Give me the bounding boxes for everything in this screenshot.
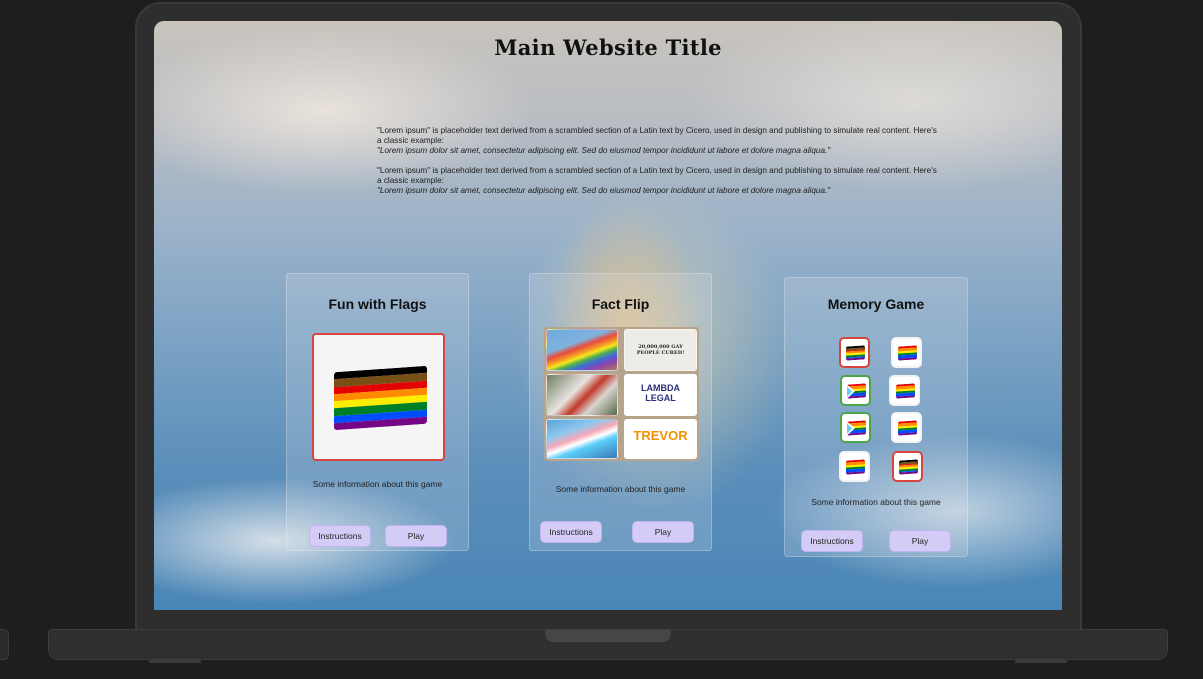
intersex-progress-flag-icon bbox=[847, 383, 866, 399]
game-card-fun-with-flags: Fun with Flags Some information about th… bbox=[286, 273, 469, 551]
newspaper-clipping-icon: 20,000,000 GAY PEOPLE CURED! bbox=[624, 329, 697, 371]
instructions-button[interactable]: Instructions bbox=[540, 521, 602, 543]
memory-tile[interactable] bbox=[840, 412, 871, 443]
play-button[interactable]: Play bbox=[889, 530, 951, 552]
play-button[interactable]: Play bbox=[385, 525, 447, 547]
intro-quote-1: "Lorem ipsum dolor sit amet, consectetur… bbox=[377, 146, 831, 155]
people-photo-icon bbox=[546, 374, 618, 416]
laptop-foot-right bbox=[1015, 660, 1067, 663]
memory-tile[interactable] bbox=[839, 451, 870, 482]
page-title: Main Website Title bbox=[494, 35, 722, 60]
trevor-logo-icon: TREVOR bbox=[624, 419, 697, 459]
card-title: Fact Flip bbox=[591, 296, 650, 312]
rainbow-flag-icon bbox=[896, 383, 915, 399]
card-info: Some information about this game bbox=[811, 497, 941, 507]
instructions-button[interactable]: Instructions bbox=[801, 530, 863, 552]
memory-tile[interactable] bbox=[891, 337, 922, 368]
rainbow-flag-icon bbox=[898, 345, 917, 361]
progress-pride-flag-icon bbox=[334, 365, 427, 431]
lambda-legal-logo-icon: LAMBDA LEGAL bbox=[624, 374, 697, 416]
website-screen: Main Website Title "Lorem ipsum" is plac… bbox=[154, 21, 1062, 610]
intro-quote-2: "Lorem ipsum dolor sit amet, consectetur… bbox=[377, 186, 831, 195]
chevron-inner bbox=[847, 386, 852, 397]
progress-pride-flag-icon bbox=[846, 345, 865, 361]
rainbow-flag-icon bbox=[846, 459, 865, 475]
memory-tile[interactable] bbox=[891, 412, 922, 443]
fact-flip-collage[interactable]: 20,000,000 GAY PEOPLE CURED! LAMBDA LEGA… bbox=[544, 327, 699, 461]
chevron-inner bbox=[847, 423, 852, 434]
play-button[interactable]: Play bbox=[632, 521, 694, 543]
intro-text: "Lorem ipsum" is placeholder text derive… bbox=[377, 126, 937, 206]
laptop-foot-left bbox=[149, 660, 201, 663]
card-title: Fun with Flags bbox=[328, 296, 427, 312]
instructions-button[interactable]: Instructions bbox=[309, 525, 371, 547]
intro-paragraph: "Lorem ipsum" is placeholder text derive… bbox=[377, 126, 937, 156]
memory-tile[interactable] bbox=[839, 337, 870, 368]
rainbow-flag-icon bbox=[898, 420, 917, 436]
newspaper-headline: 20,000,000 GAY PEOPLE CURED! bbox=[636, 344, 685, 356]
adjacent-device-edge bbox=[0, 629, 9, 660]
laptop-notch bbox=[545, 630, 671, 642]
memory-tile[interactable] bbox=[892, 451, 923, 482]
intersex-progress-flag-icon bbox=[847, 420, 866, 436]
trevor-text: TREVOR bbox=[633, 428, 688, 443]
card-info: Some information about this game bbox=[312, 479, 443, 489]
memory-tile[interactable] bbox=[840, 375, 871, 406]
memory-tile[interactable] bbox=[889, 375, 920, 406]
trans-flag-photo-icon bbox=[546, 419, 618, 459]
intro-text-1: "Lorem ipsum" is placeholder text derive… bbox=[377, 126, 937, 145]
intro-paragraph: "Lorem ipsum" is placeholder text derive… bbox=[377, 166, 937, 196]
card-title: Memory Game bbox=[827, 296, 925, 312]
rainbow-flag-photo-icon bbox=[546, 329, 618, 371]
game-card-fact-flip: Fact Flip 20,000,000 GAY PEOPLE CURED! L… bbox=[529, 273, 712, 551]
intro-text-2: "Lorem ipsum" is placeholder text derive… bbox=[377, 166, 937, 185]
progress-pride-flag-icon bbox=[899, 459, 918, 475]
lambda-legal-text: LAMBDA LEGAL bbox=[641, 383, 680, 403]
game-card-memory-game: Memory Game Some information about this … bbox=[784, 277, 968, 557]
card-info: Some information about this game bbox=[555, 484, 686, 494]
progress-pride-flag-image[interactable] bbox=[312, 333, 445, 461]
